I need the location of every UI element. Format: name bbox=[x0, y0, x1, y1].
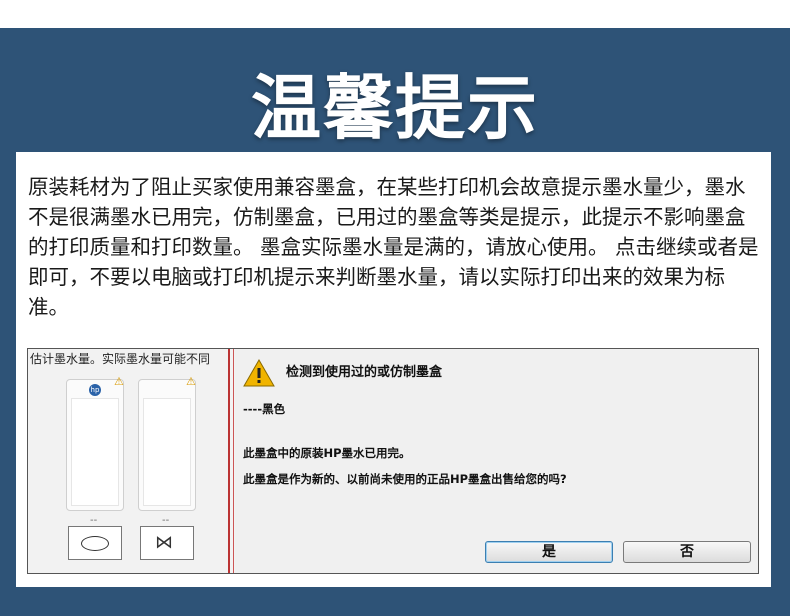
black-cartridge-icon bbox=[68, 526, 122, 560]
notice-text: 原装耗材为了阻止买家使用兼容墨盒，在某些打印机会故意提示墨水量少，墨水不是很满墨… bbox=[28, 172, 763, 322]
divider bbox=[228, 349, 230, 573]
ink-level-value: -- bbox=[90, 515, 97, 526]
dialog-title: 检测到使用过的或仿制墨盒 bbox=[286, 361, 442, 380]
yes-button[interactable]: 是 bbox=[485, 541, 613, 563]
dialog-question: 此墨盒是作为新的、以前尚未使用的正品HP墨盒出售给您的吗? bbox=[243, 471, 567, 487]
dialog-message: 此墨盒中的原装HP墨水已用完。 bbox=[243, 445, 411, 461]
warning-icon: ⚠ bbox=[186, 375, 196, 388]
warning-icon bbox=[243, 359, 275, 387]
ink-level-header: 估计墨水量。实际墨水量可能不同 bbox=[30, 350, 210, 367]
ink-level-bar bbox=[143, 398, 191, 506]
no-button[interactable]: 否 bbox=[623, 541, 751, 563]
ink-level-pane: 估计墨水量。实际墨水量可能不同 hp ⚠ ⚠ -- -- ⋈ bbox=[28, 349, 228, 573]
top-white-strip bbox=[0, 0, 790, 28]
cartridge-black: hp bbox=[66, 379, 124, 511]
banner-title: 温馨提示 bbox=[0, 52, 790, 153]
cartridge-color-label: ----黑色 bbox=[243, 401, 285, 417]
ink-level-value: -- bbox=[162, 515, 169, 526]
notice-panel: 原装耗材为了阻止买家使用兼容墨盒，在某些打印机会故意提示墨水量少，墨水不是很满墨… bbox=[16, 152, 771, 587]
color-cartridge-icon: ⋈ bbox=[140, 526, 194, 560]
embedded-screenshot: 估计墨水量。实际墨水量可能不同 hp ⚠ ⚠ -- -- ⋈ bbox=[27, 348, 759, 574]
warning-icon: ⚠ bbox=[114, 375, 124, 388]
cartridge-warning-dialog: 检测到使用过的或仿制墨盒 ----黑色 此墨盒中的原装HP墨水已用完。 此墨盒是… bbox=[235, 349, 758, 573]
divider bbox=[233, 349, 234, 573]
hp-logo-icon: hp bbox=[89, 384, 101, 396]
ink-level-bar bbox=[71, 398, 119, 506]
bowtie-icon: ⋈ bbox=[155, 534, 173, 552]
oval-icon bbox=[81, 536, 109, 551]
cartridge-color bbox=[138, 379, 196, 511]
